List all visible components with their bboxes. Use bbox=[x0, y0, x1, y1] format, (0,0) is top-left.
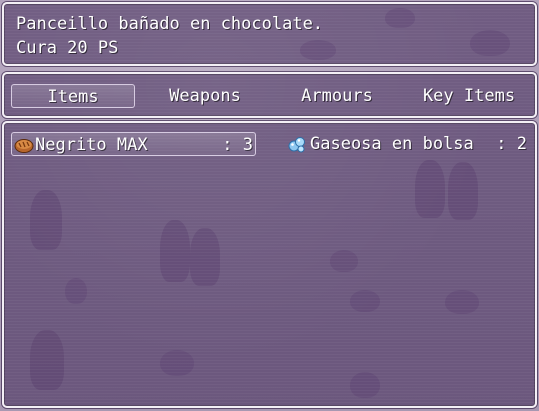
item-list-window: Negrito MAX : 3 Gaseosa en bolsa : 2 bbox=[2, 121, 537, 408]
tab-armours[interactable]: Armours bbox=[275, 84, 399, 108]
help-text-line-2: Cura 20 PS bbox=[16, 38, 119, 58]
category-window: Items Weapons Armours Key Items bbox=[2, 72, 537, 118]
item-row-gaseosa-en-bolsa[interactable]: Gaseosa en bolsa : 2 bbox=[286, 132, 531, 156]
item-row-negrito-max[interactable]: Negrito MAX : 3 bbox=[11, 132, 256, 156]
item-name: Gaseosa en bolsa bbox=[310, 134, 474, 154]
tab-key-items[interactable]: Key Items bbox=[407, 84, 531, 108]
item-name: Negrito MAX bbox=[35, 135, 148, 155]
game-screen: Panceillo bañado en chocolate. Cura 20 P… bbox=[0, 0, 539, 411]
item-count: : 3 bbox=[222, 135, 253, 155]
item-count: : 2 bbox=[496, 134, 527, 154]
bread-icon bbox=[14, 139, 34, 153]
help-window: Panceillo bañado en chocolate. Cura 20 P… bbox=[2, 2, 537, 66]
help-text-line-1: Panceillo bañado en chocolate. bbox=[16, 14, 324, 34]
water-bag-icon bbox=[288, 137, 305, 153]
tab-items[interactable]: Items bbox=[11, 84, 135, 108]
tab-weapons[interactable]: Weapons bbox=[143, 84, 267, 108]
